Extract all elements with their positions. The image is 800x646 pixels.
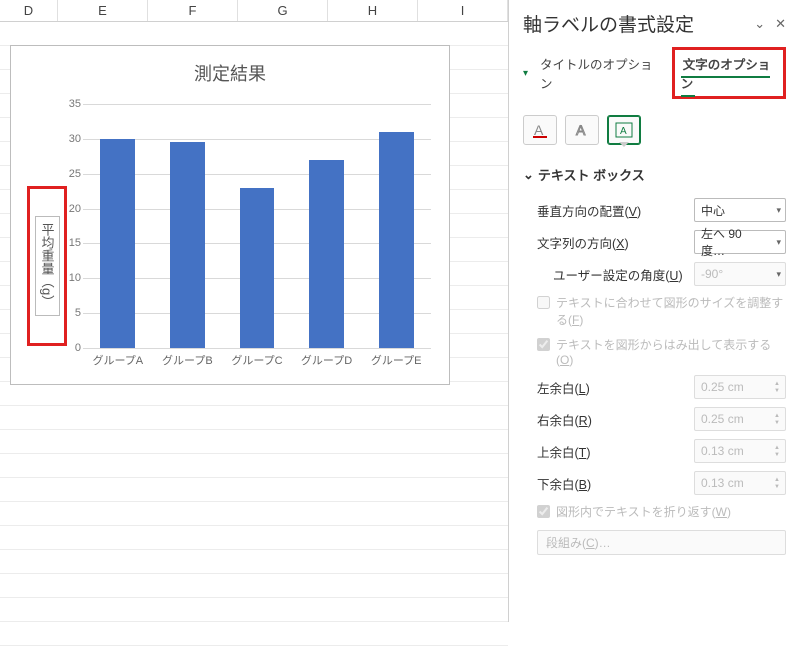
col-header[interactable]: H bbox=[328, 0, 418, 21]
svg-text:A: A bbox=[576, 122, 586, 138]
overflow-checkbox: テキストを図形からはみ出して表示する(O) bbox=[523, 332, 786, 371]
section-textbox[interactable]: ⌄テキスト ボックス bbox=[523, 159, 786, 194]
x-tick: グループD bbox=[292, 352, 362, 372]
margin-bottom-label: 下余白(B) bbox=[537, 474, 591, 493]
y-tick: 15 bbox=[69, 237, 81, 249]
chevron-down-icon[interactable]: ▾ bbox=[523, 68, 528, 79]
y-axis-label-highlight: 平均重量（g） bbox=[27, 186, 67, 346]
chevron-down-icon: ▾ bbox=[776, 205, 781, 216]
y-tick: 20 bbox=[69, 203, 81, 215]
col-header[interactable]: F bbox=[148, 0, 238, 21]
textbox-icon[interactable]: A bbox=[607, 115, 641, 145]
valign-select[interactable]: 中心▾ bbox=[694, 198, 786, 222]
wrap-checkbox: 図形内でテキストを折り返す(W) bbox=[523, 499, 786, 524]
bar[interactable] bbox=[379, 132, 414, 348]
text-fill-icon[interactable]: A bbox=[523, 115, 557, 145]
y-tick: 5 bbox=[75, 307, 81, 319]
margin-left-label: 左余白(L) bbox=[537, 378, 590, 397]
pane-tabs: ▾ タイトルのオプション 文字のオプション bbox=[523, 45, 786, 109]
bar[interactable] bbox=[309, 160, 344, 348]
custom-angle-input: -90°▾ bbox=[694, 262, 786, 286]
y-tick: 0 bbox=[75, 342, 81, 354]
x-tick: グループA bbox=[83, 352, 153, 372]
margin-right-input: 0.25 cm▲▼ bbox=[694, 407, 786, 431]
x-tick: グループB bbox=[153, 352, 223, 372]
y-tick: 35 bbox=[69, 98, 81, 110]
col-header[interactable]: E bbox=[58, 0, 148, 21]
y-tick: 25 bbox=[69, 168, 81, 180]
columns-button: 段組み(C)… bbox=[537, 530, 786, 555]
margin-bottom-input: 0.13 cm▲▼ bbox=[694, 471, 786, 495]
format-pane: 軸ラベルの書式設定 ⌄ ✕ ▾ タイトルのオプション 文字のオプション A A … bbox=[508, 0, 800, 622]
margin-top-input: 0.13 cm▲▼ bbox=[694, 439, 786, 463]
tab-text-options[interactable]: 文字のオプション bbox=[681, 54, 771, 97]
tab-text-options-highlight: 文字のオプション bbox=[672, 47, 786, 99]
y-tick: 10 bbox=[69, 272, 81, 284]
x-tick-labels: グループAグループBグループCグループDグループE bbox=[83, 352, 431, 372]
margin-right-label: 右余白(R) bbox=[537, 410, 592, 429]
margin-left-input: 0.25 cm▲▼ bbox=[694, 375, 786, 399]
bar[interactable] bbox=[240, 188, 275, 348]
bar[interactable] bbox=[170, 142, 205, 348]
direction-label: 文字列の方向(X) bbox=[537, 233, 629, 252]
x-tick: グループC bbox=[222, 352, 292, 372]
resize-checkbox: テキストに合わせて図形のサイズを調整する(F) bbox=[523, 290, 786, 332]
x-tick: グループE bbox=[361, 352, 431, 372]
chart-container[interactable]: 測定結果 0 5 10 15 20 25 30 35 グループAグループBグループCグループD… bbox=[10, 45, 450, 385]
chevron-down-icon: ⌄ bbox=[523, 167, 534, 183]
close-icon[interactable]: ✕ bbox=[775, 16, 786, 32]
pane-title: 軸ラベルの書式設定 bbox=[523, 10, 694, 37]
custom-angle-label: ユーザー設定の角度(U) bbox=[553, 265, 683, 284]
chart-title[interactable]: 測定結果 bbox=[11, 60, 449, 86]
tab-title-options[interactable]: タイトルのオプション bbox=[538, 50, 658, 96]
spreadsheet-area: DEFGHI 測定結果 05101520253035 グループAグループBグルー… bbox=[0, 0, 508, 622]
bar[interactable] bbox=[100, 139, 135, 348]
column-headers: DEFGHI bbox=[0, 0, 508, 22]
chevron-down-icon[interactable]: ⌄ bbox=[754, 16, 765, 32]
y-axis-label[interactable]: 平均重量（g） bbox=[35, 216, 60, 315]
col-header[interactable]: G bbox=[238, 0, 328, 21]
margin-top-label: 上余白(T) bbox=[537, 442, 590, 461]
col-header[interactable]: I bbox=[418, 0, 508, 21]
svg-text:A: A bbox=[620, 126, 627, 137]
valign-label: 垂直方向の配置(V) bbox=[537, 201, 641, 220]
col-header[interactable]: D bbox=[0, 0, 58, 21]
text-effects-icon[interactable]: A bbox=[565, 115, 599, 145]
chevron-down-icon: ▾ bbox=[776, 237, 781, 248]
y-tick: 30 bbox=[69, 133, 81, 145]
plot-area bbox=[83, 104, 431, 348]
svg-text:A: A bbox=[534, 122, 544, 138]
direction-select[interactable]: 左へ 90 度…▾ bbox=[694, 230, 786, 254]
